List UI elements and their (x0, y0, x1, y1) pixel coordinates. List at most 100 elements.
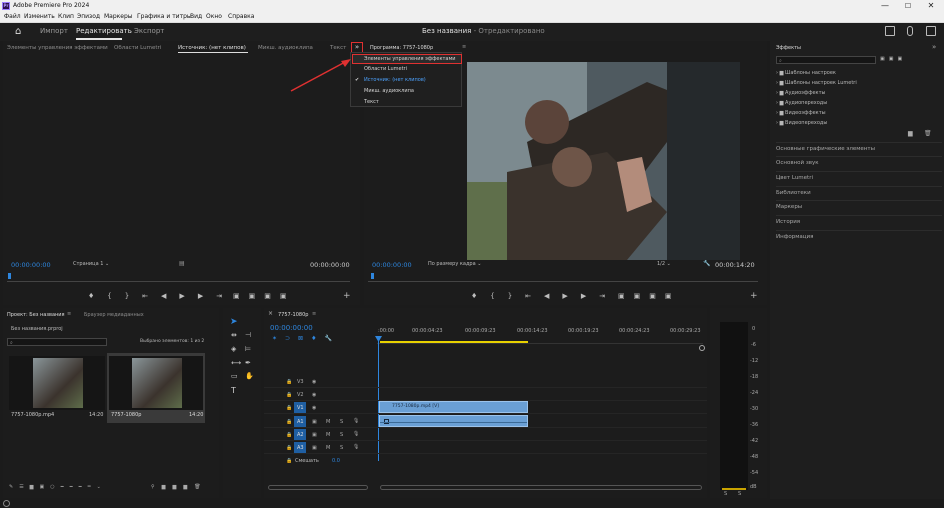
project-actions-toolbar[interactable]: ⚲▆▆▆🗑 (151, 484, 208, 490)
track-a3[interactable]: 🔒 A3 ▣ M S 🎙 (264, 441, 707, 454)
solo-button[interactable]: S (340, 419, 343, 425)
menu-item-text[interactable]: Текст (364, 99, 379, 106)
menu-file[interactable]: Файл (4, 13, 21, 21)
delete-icon[interactable]: 🗑 (924, 130, 932, 137)
program-transport-controls[interactable]: ♦{}⇤◀▶▶⇥ (471, 292, 618, 300)
resolution-select[interactable]: 1/2 ⌄ (657, 261, 671, 267)
rectangle-tool-icon[interactable]: ▭ (231, 372, 238, 380)
program-lift-extract[interactable]: ▣▣▣▣ (618, 292, 680, 300)
tab-text[interactable]: Текст (330, 45, 346, 51)
lock-icon[interactable]: 🔒 (286, 379, 292, 385)
project-item-selected[interactable]: 7757-1080p 14:20 (107, 353, 205, 423)
effects-tree-item[interactable]: › ▆ Шаблоны настроек (776, 70, 836, 76)
effects-menu-icon[interactable]: » (932, 43, 936, 51)
program-scrub-bar[interactable] (368, 274, 758, 282)
tab-lumetri-scopes[interactable]: Области Lumetri (114, 45, 161, 51)
fullscreen-icon[interactable] (926, 26, 936, 36)
tab-export[interactable]: Экспорт (134, 27, 164, 35)
workspaces-icon[interactable] (885, 26, 895, 36)
lock-icon[interactable]: 🔒 (286, 419, 292, 425)
menu-view[interactable]: Вид (190, 13, 202, 21)
close-button[interactable]: ✕ (920, 0, 942, 12)
add-button[interactable]: + (343, 291, 351, 301)
home-icon[interactable]: ⌂ (15, 26, 27, 37)
menu-help[interactable]: Справка (228, 13, 254, 21)
program-menu-icon[interactable]: ≡ (462, 44, 466, 50)
new-folder-icon[interactable]: ▆ (908, 130, 913, 137)
track-v3[interactable]: 🔒 V3 ◉ (264, 375, 707, 388)
slip-tool-icon[interactable]: ⊨ (245, 345, 251, 353)
quick-export-icon[interactable] (907, 26, 913, 36)
source-scrub-bar[interactable] (7, 274, 350, 282)
source-transport-controls[interactable]: ♦{}⇤◀▶▶⇥ (88, 292, 235, 300)
scroll-handle[interactable] (699, 345, 705, 351)
tab-edit[interactable]: Редактировать (76, 27, 132, 35)
work-area-bar[interactable] (380, 341, 528, 343)
lock-icon[interactable]: 🔒 (286, 432, 292, 438)
menu-markers[interactable]: Маркеры (104, 13, 133, 21)
program-playhead[interactable] (371, 273, 374, 279)
tab-import[interactable]: Импорт (40, 27, 68, 35)
effects-tree-item[interactable]: › ▆ Шаблоны настроек Lumetri (776, 80, 857, 86)
section-essential-sound[interactable]: Основной звук (776, 156, 942, 166)
menu-clip[interactable]: Клип (58, 13, 74, 21)
track-a2[interactable]: 🔒 A2 ▣ M S 🎙 (264, 428, 707, 441)
section-libraries[interactable]: Библиотеки (776, 186, 942, 196)
effects-tree-item[interactable]: › ▆ Аудиопереходы (776, 100, 827, 106)
fit-select[interactable]: По размеру кадра ⌄ (428, 261, 481, 267)
program-add-button[interactable]: + (750, 291, 758, 301)
menu-item-lumetri-scopes[interactable]: Области Lumetri (364, 66, 407, 73)
project-item[interactable]: 7757-1080p.mp4 14:20 (9, 356, 105, 422)
source-insert-overwrite[interactable]: ▣▣▣▣ (233, 292, 295, 300)
eye-icon[interactable]: ◉ (312, 392, 316, 398)
sync-lock-icon[interactable]: ▣ (312, 432, 317, 438)
solo-button[interactable]: S (340, 445, 343, 451)
lock-icon[interactable]: 🔒 (286, 445, 292, 451)
program-timecode[interactable]: 00:00:00:00 (372, 261, 412, 269)
slide-tool-icon[interactable]: ⟷ (231, 359, 241, 367)
effects-tree-item[interactable]: › ▆ Аудиоэффекты (776, 90, 825, 96)
project-search-input[interactable]: ⌕ (7, 338, 107, 346)
mic-icon[interactable]: 🎙 (353, 418, 359, 424)
tab-audio-clip-mixer[interactable]: Микш. аудиоклипа (258, 45, 313, 51)
menu-graphics[interactable]: Графика и титры (137, 13, 192, 21)
close-sequence-icon[interactable]: × (268, 310, 273, 317)
lock-icon[interactable]: 🔒 (286, 458, 292, 464)
menu-sequence[interactable]: Эпизод (77, 13, 100, 21)
track-select-tool-icon[interactable]: ⇹ (231, 331, 237, 339)
effects-tree-item[interactable]: › ▆ Видеоэффекты (776, 110, 826, 116)
sequence-menu-icon[interactable]: ≡ (312, 311, 316, 317)
wrench-icon[interactable]: 🔧 (703, 260, 710, 267)
solo-button[interactable]: S (340, 432, 343, 438)
program-title[interactable]: Программа: 7757-1080p (370, 45, 433, 51)
section-history[interactable]: История (776, 215, 942, 225)
sync-lock-icon[interactable]: ▣ (312, 445, 317, 451)
track-v1[interactable]: 🔒 V1 ◉ 7757-1080p.mp4 [V] (264, 401, 707, 414)
menu-item-source[interactable]: Источник: (нет клипов) (364, 77, 426, 84)
solo-left[interactable]: S (724, 491, 727, 497)
tab-project[interactable]: Проект: Без названия (7, 312, 65, 318)
timeline-timecode[interactable]: 00:00:00:00 (270, 324, 313, 332)
effects-tree-item[interactable]: › ▆ Видеопереходы (776, 120, 827, 126)
mute-button[interactable]: M (326, 419, 330, 425)
eye-icon[interactable]: ◉ (312, 379, 316, 385)
project-menu-icon[interactable]: ≡ (67, 311, 71, 317)
mute-button[interactable]: M (326, 432, 330, 438)
mute-button[interactable]: M (326, 445, 330, 451)
solo-right[interactable]: S (738, 491, 741, 497)
timeline-h-scrollbar-left[interactable] (268, 485, 368, 490)
maximize-button[interactable]: ☐ (897, 0, 919, 12)
ripple-edit-tool-icon[interactable]: ⊣ (245, 331, 251, 339)
menu-item-audio-clip-mixer[interactable]: Микш. аудиоклипа (364, 88, 414, 95)
menu-edit[interactable]: Изменить (24, 13, 55, 21)
settings-icon[interactable]: ▤ (179, 260, 185, 267)
selection-tool-icon[interactable]: ➤ (230, 317, 240, 327)
source-playhead[interactable] (8, 273, 11, 279)
section-markers[interactable]: Маркеры (776, 200, 942, 210)
section-info[interactable]: Информация (776, 230, 942, 240)
tab-media-browser[interactable]: Браузер медиаданных (84, 312, 144, 318)
timeline-toolbar[interactable]: ✶⊃⊠♦🔧 (272, 335, 340, 342)
menu-item-effect-controls[interactable]: Элементы управления эффектами (364, 56, 456, 63)
audio-clip[interactable] (379, 415, 528, 427)
mix-value[interactable]: 0.0 (332, 458, 340, 464)
